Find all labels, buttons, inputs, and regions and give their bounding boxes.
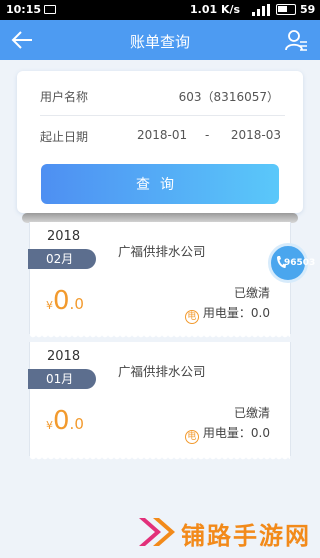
date-separator: - [205,128,210,142]
user-label: 用户名称 [40,90,89,104]
amount-integer: 0 [53,286,70,316]
date-label: 起止日期 [40,130,89,144]
usage-text: 用电量：0.0 [202,426,270,440]
bill-amount: ¥0.0 [46,286,84,316]
electricity-icon: 电 [184,310,199,324]
signal-icon [252,4,270,16]
battery-level: 59 [300,3,316,16]
status-time: 10:15 [6,3,42,16]
page-title: 账单查询 [129,33,190,51]
currency-symbol: ¥ [46,299,53,312]
electricity-icon: 电 [184,430,199,444]
user-value[interactable]: 603（8316057） [179,88,279,105]
amount-decimal: .0 [69,415,84,433]
status-bar: 10:15 1.01 K/s 59 [0,0,320,20]
bill-month-tag: 02月 [28,249,96,269]
bill-card[interactable]: 2018 01月 广福供排水公司 已缴清 ¥0.0 电用电量：0.0 [28,342,291,462]
watermark-text: 铺路手游网 [181,522,311,550]
end-date-picker[interactable]: 2018-03 [231,128,281,142]
bill-usage: 电用电量：0.0 [184,424,270,444]
bill-company: 广福供排水公司 [118,364,206,379]
usage-text: 用电量：0.0 [202,306,270,320]
start-date-picker[interactable]: 2018-01 [137,128,187,142]
date-range-row: 起止日期 2018-01 - 2018-03 [40,128,285,148]
bill-company: 广福供排水公司 [118,244,206,259]
battery-icon [276,4,296,15]
amount-integer: 0 [53,406,70,436]
bill-status: 已缴清 [233,406,270,420]
bill-year: 2018 [47,229,81,244]
nav-bar: 账单查询 [0,20,320,60]
query-button[interactable]: 查询 [41,164,279,204]
watermark: 铺路手游网 [135,510,315,554]
hotline-button[interactable]: 96503 [268,243,315,283]
user-row: 用户名称 603（8316057） [40,88,285,116]
network-speed: 1.01 K/s [190,3,241,16]
receipt-edge [30,456,290,462]
bill-month-tag: 01月 [28,369,96,389]
receipt-edge [30,334,290,340]
user-menu-icon[interactable] [284,28,308,52]
watermark-logo-icon [139,518,175,546]
hotline-number: 96503 [284,258,316,268]
currency-symbol: ¥ [46,419,53,432]
bill-amount: ¥0.0 [46,406,84,436]
amount-decimal: .0 [69,295,84,313]
bill-year: 2018 [47,349,81,364]
query-card: 用户名称 603（8316057） 起止日期 2018-01 - 2018-03… [17,71,303,213]
bill-status: 已缴清 [233,286,270,300]
bill-usage: 电用电量：0.0 [184,304,270,324]
notification-icon [44,5,56,14]
bill-card[interactable]: 2018 02月 广福供排水公司 已缴清 ¥0.0 电用电量：0.0 [28,222,291,340]
